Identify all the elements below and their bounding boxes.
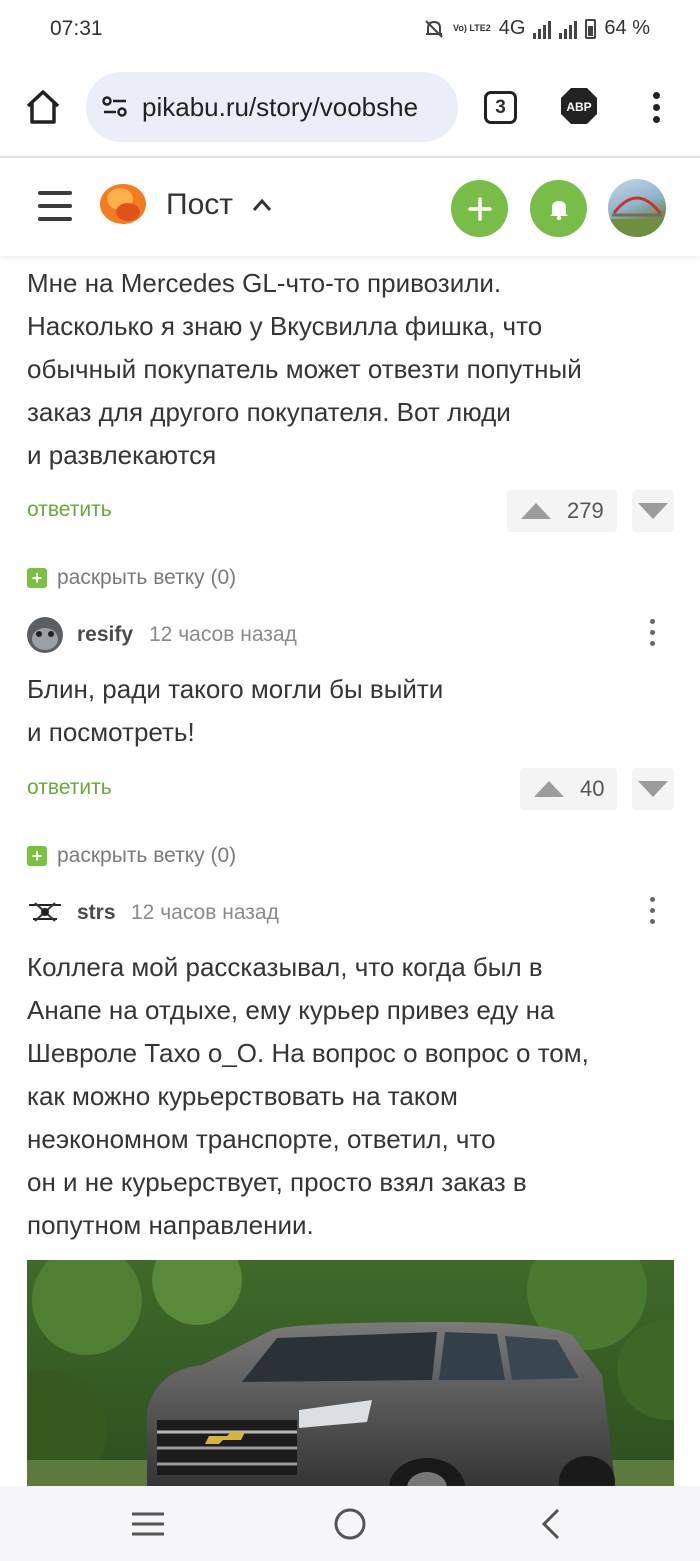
- status-time: 07:31: [50, 17, 103, 40]
- add-post-button[interactable]: [451, 180, 508, 237]
- comment-time: 12 часов назад: [131, 901, 279, 924]
- adblock-label: ABP: [566, 100, 591, 114]
- upvote-button[interactable]: 279: [507, 490, 617, 532]
- bell-icon: [549, 200, 568, 220]
- expand-thread-button[interactable]: + раскрыть ветку (0): [27, 566, 236, 590]
- plus-icon: [467, 196, 492, 221]
- arrow-down-icon: [638, 781, 668, 797]
- comment-text: Мне на Mercedes GL-что-то привозили. Нас…: [27, 268, 582, 470]
- tab-switcher-button[interactable]: 3: [484, 91, 517, 124]
- pikabu-logo[interactable]: [98, 182, 148, 230]
- browser-menu-button[interactable]: [650, 92, 662, 124]
- reply-button[interactable]: ответить: [27, 776, 112, 800]
- arrow-up-icon: [534, 781, 564, 797]
- site-header: Пост: [0, 158, 700, 256]
- home-circle-icon[interactable]: [330, 1506, 370, 1542]
- browser-toolbar: pikabu.ru/story/voobshe 3 ABP: [0, 60, 700, 158]
- section-title[interactable]: Пост: [166, 188, 233, 222]
- expand-thread-button[interactable]: + раскрыть ветку (0): [27, 844, 236, 868]
- comment-author[interactable]: resify: [77, 623, 133, 647]
- battery-level: 64 %: [604, 17, 650, 39]
- comment-menu-icon[interactable]: [647, 895, 657, 931]
- system-nav-bar: [0, 1486, 700, 1561]
- network-type: 4G: [498, 17, 526, 39]
- upvote-button[interactable]: 40: [520, 768, 617, 810]
- car-photo: [27, 1260, 674, 1486]
- user-avatar[interactable]: [608, 179, 666, 237]
- address-bar[interactable]: pikabu.ru/story/voobshe: [86, 72, 458, 142]
- plus-square-icon: +: [27, 846, 47, 866]
- battery-icon: [585, 18, 597, 39]
- comment-text: Блин, ради такого могли бы выйти и посмо…: [27, 674, 444, 747]
- comment-menu-icon[interactable]: [647, 617, 657, 653]
- comment-header: resify 12 часов назад: [27, 617, 667, 653]
- home-icon[interactable]: [24, 88, 62, 126]
- plus-square-icon: +: [27, 568, 47, 588]
- notifications-button[interactable]: [530, 180, 587, 237]
- comment-header: strs 12 часов назад: [27, 895, 667, 931]
- reply-button[interactable]: ответить: [27, 498, 112, 522]
- status-bar: 07:31 Vo) LTE2 4G 64 %: [0, 0, 700, 60]
- volte-label: Vo) LTE2: [453, 23, 491, 33]
- comment-rating: 40: [580, 776, 605, 801]
- comment-time: 12 часов назад: [149, 623, 297, 646]
- downvote-button[interactable]: [632, 490, 674, 532]
- url-text[interactable]: pikabu.ru/story/voobshe: [142, 92, 418, 123]
- downvote-button[interactable]: [632, 768, 674, 810]
- comment-text: Коллега мой рассказывал, что когда был в…: [27, 952, 589, 1240]
- muted-bell-icon: [425, 19, 443, 38]
- avatar[interactable]: [27, 895, 63, 931]
- recent-apps-icon[interactable]: [128, 1506, 168, 1542]
- arrow-up-icon: [521, 503, 551, 519]
- comment-image[interactable]: [27, 1260, 674, 1486]
- adblock-icon[interactable]: ABP: [560, 87, 598, 125]
- arrow-down-icon: [638, 503, 668, 519]
- status-icons: Vo) LTE2 4G 64 %: [423, 17, 650, 40]
- comment-author[interactable]: strs: [77, 901, 116, 925]
- signal-1-icon: [533, 19, 552, 39]
- avatar[interactable]: [27, 617, 63, 653]
- comments-feed: Мне на Mercedes GL-что-то привозили. Нас…: [0, 256, 700, 1486]
- comment-rating: 279: [567, 498, 604, 523]
- site-settings-icon[interactable]: [102, 95, 128, 119]
- signal-2-icon: [559, 19, 578, 39]
- chevron-up-icon[interactable]: [252, 198, 272, 212]
- hamburger-menu-icon[interactable]: [38, 191, 72, 221]
- back-icon[interactable]: [532, 1506, 572, 1542]
